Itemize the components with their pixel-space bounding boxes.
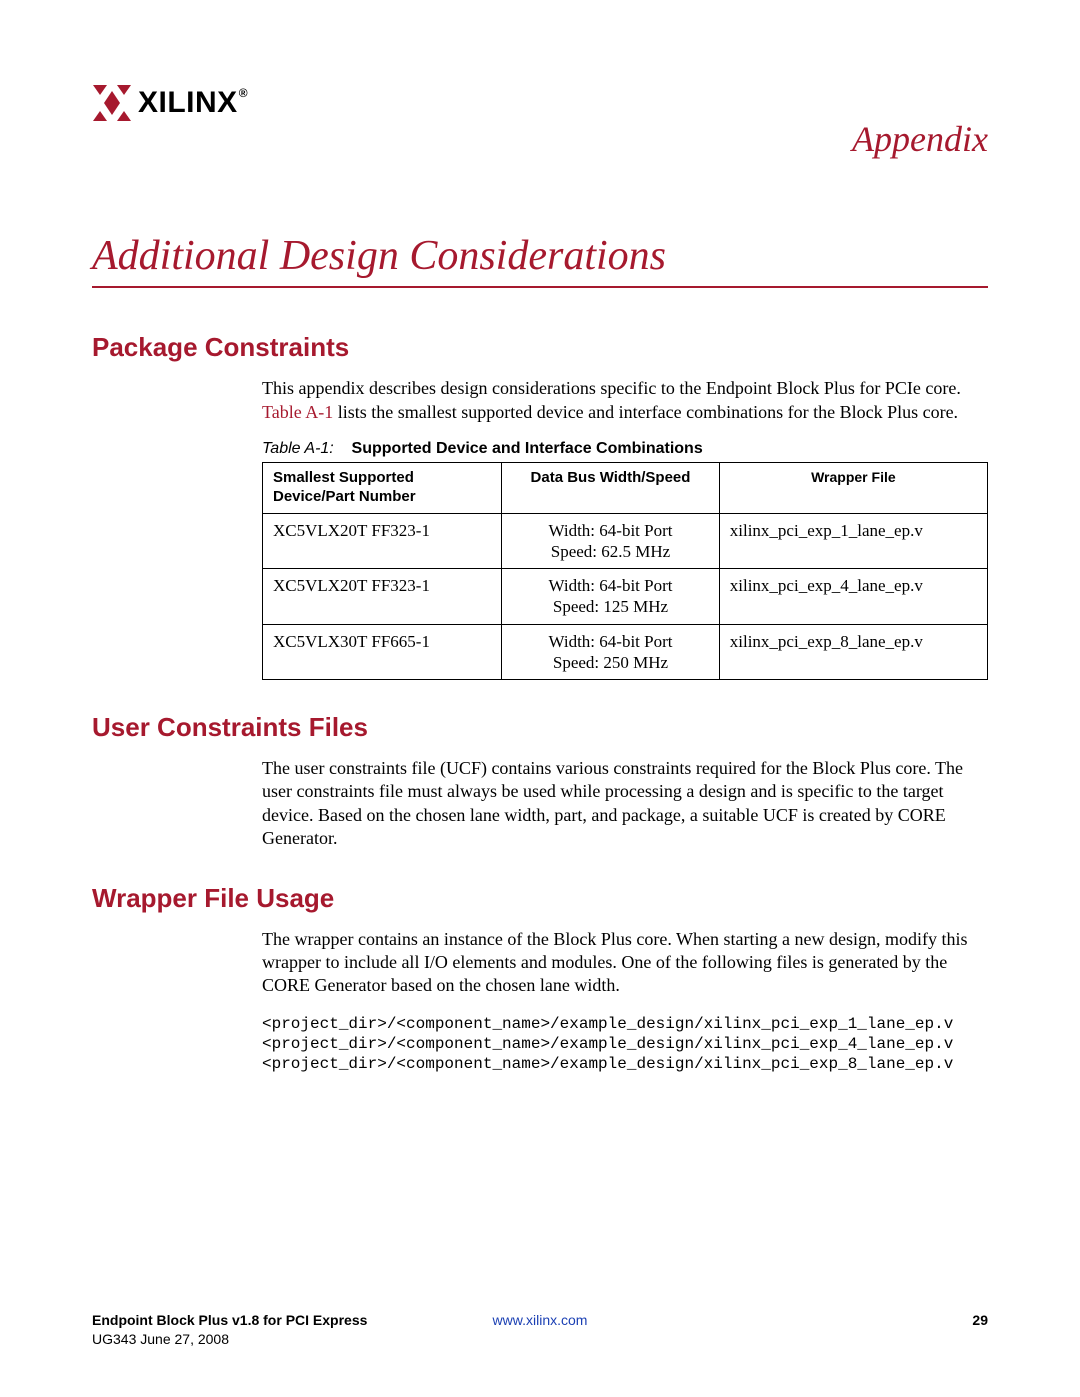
table-row: XC5VLX20T FF323-1Width: 64-bit PortSpeed…	[263, 569, 988, 625]
cell-device: XC5VLX30T FF665-1	[263, 624, 502, 680]
registered-mark-icon: ®	[239, 86, 248, 100]
cell-device: XC5VLX20T FF323-1	[263, 513, 502, 569]
device-table: Smallest Supported Device/Part Number Da…	[262, 462, 988, 680]
wrapper-paragraph: The wrapper contains an instance of the …	[262, 928, 988, 998]
table-caption: Table A-1: Supported Device and Interfac…	[262, 440, 988, 458]
section-title-package-constraints: Package Constraints	[92, 332, 988, 363]
section-title-ucf: User Constraints Files	[92, 712, 988, 743]
xilinx-logo-icon	[92, 84, 132, 127]
wrapper-code-paths: <project_dir>/<component_name>/example_d…	[262, 1014, 988, 1074]
footer-link[interactable]: www.xilinx.com	[493, 1312, 588, 1328]
section-title-wrapper: Wrapper File Usage	[92, 883, 988, 914]
table-header-row: Smallest Supported Device/Part Number Da…	[263, 463, 988, 514]
table-caption-number: Table A-1:	[262, 440, 334, 457]
cell-wrapper: xilinx_pci_exp_1_lane_ep.v	[719, 513, 987, 569]
para-text-pre: This appendix describes design considera…	[262, 378, 961, 398]
table-row: XC5VLX30T FF665-1Width: 64-bit PortSpeed…	[263, 624, 988, 680]
footer-doc-sub: UG343 June 27, 2008	[92, 1331, 229, 1347]
para-text-post: lists the smallest supported device and …	[333, 402, 958, 422]
table-header-wrapper: Wrapper File	[719, 463, 987, 514]
brand-name: XILINX	[138, 86, 238, 119]
brand-text: XILINX®	[138, 84, 247, 122]
table-xref[interactable]: Table A-1	[262, 402, 333, 422]
chapter-title: Additional Design Considerations	[92, 232, 988, 288]
table-block: Table A-1: Supported Device and Interfac…	[262, 440, 988, 680]
table-header-bus: Data Bus Width/Speed	[502, 463, 720, 514]
table-header-device: Smallest Supported Device/Part Number	[263, 463, 502, 514]
cell-wrapper: xilinx_pci_exp_4_lane_ep.v	[719, 569, 987, 625]
page-footer: www.xilinx.com Endpoint Block Plus v1.8 …	[92, 1311, 988, 1349]
package-constraints-paragraph: This appendix describes design considera…	[262, 377, 988, 424]
ucf-paragraph: The user constraints file (UCF) contains…	[262, 757, 988, 851]
cell-bus: Width: 64-bit PortSpeed: 125 MHz	[502, 569, 720, 625]
table-caption-text: Supported Device and Interface Combinati…	[352, 440, 703, 457]
cell-device: XC5VLX20T FF323-1	[263, 569, 502, 625]
cell-wrapper: xilinx_pci_exp_8_lane_ep.v	[719, 624, 987, 680]
cell-bus: Width: 64-bit PortSpeed: 250 MHz	[502, 624, 720, 680]
cell-bus: Width: 64-bit PortSpeed: 62.5 MHz	[502, 513, 720, 569]
footer-center: www.xilinx.com	[92, 1311, 988, 1330]
table-row: XC5VLX20T FF323-1Width: 64-bit PortSpeed…	[263, 513, 988, 569]
